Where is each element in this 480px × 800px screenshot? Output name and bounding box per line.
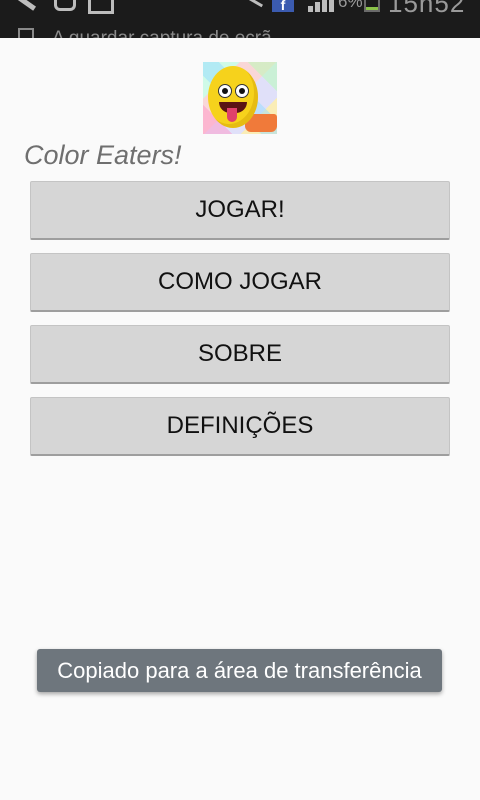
image-icon [86, 0, 114, 14]
status-bar: f 6% 15h52 [0, 0, 480, 14]
notification-ticker: A guardar captura de ecrã... [0, 14, 480, 38]
smiley-face [208, 66, 258, 128]
wrench-icon [14, 0, 42, 12]
facebook-icon: f [272, 0, 294, 13]
signal-icon [308, 0, 334, 12]
battery-icon [364, 0, 380, 12]
how-to-play-button[interactable]: COMO JOGAR [30, 253, 450, 312]
right-eye [235, 84, 249, 98]
tongue [227, 108, 237, 122]
smiley-face-icon [203, 62, 277, 134]
mute-icon [234, 0, 264, 12]
screenshot-icon [18, 28, 34, 38]
toast-message: Copiado para a área de transferência [37, 649, 442, 692]
left-eye [218, 84, 232, 98]
battery-percent: 6% [338, 0, 363, 11]
clock: 15h52 [388, 0, 465, 14]
about-button[interactable]: SOBRE [30, 325, 450, 384]
sync-icon [52, 0, 76, 11]
play-button[interactable]: JOGAR! [30, 181, 450, 240]
settings-button[interactable]: DEFINIÇÕES [30, 397, 450, 456]
ticker-text: A guardar captura de ecrã... [52, 28, 288, 38]
app-title: Color Eaters! [24, 140, 182, 170]
